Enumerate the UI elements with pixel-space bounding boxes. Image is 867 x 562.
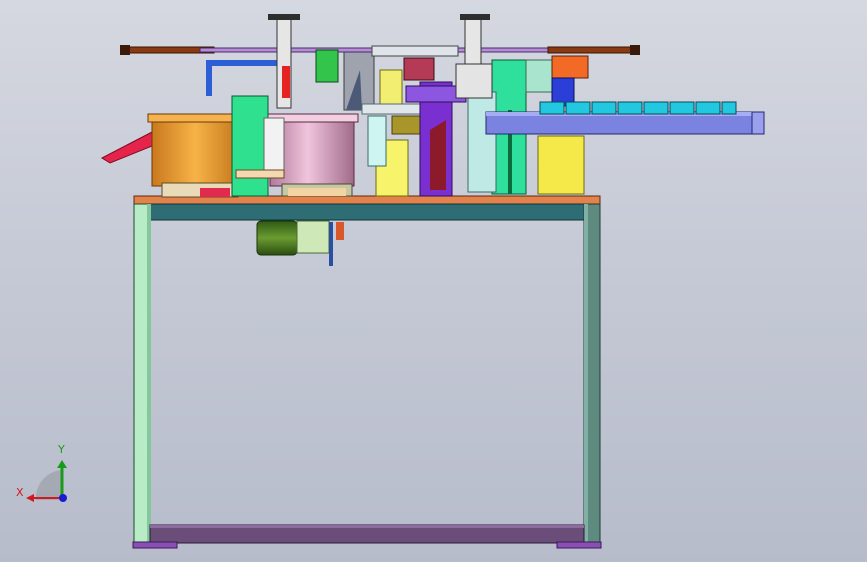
white-support-block <box>263 117 285 179</box>
conveyor-cup <box>617 101 643 115</box>
vertical-cylinder-2-block <box>455 63 493 99</box>
right-cylinder-cap <box>630 45 640 55</box>
output-conveyor <box>485 101 765 135</box>
green-frame-right <box>525 59 553 93</box>
right-rotary-unit <box>551 55 589 107</box>
top-bridge-red <box>403 57 435 81</box>
table-top-beam <box>148 203 586 221</box>
motor-shaft <box>329 222 333 266</box>
axis-y-label: Y <box>58 443 65 456</box>
triad-plane <box>35 470 62 500</box>
conveyor-cups <box>539 101 737 115</box>
blue-bracket-left-drop <box>206 60 212 96</box>
conveyor-cup <box>669 101 695 115</box>
right-foot <box>556 541 602 549</box>
machine-frame <box>132 195 602 549</box>
y-axis-arrow <box>57 460 67 468</box>
axis-triad <box>26 460 67 502</box>
drive-motor <box>256 220 344 266</box>
pale-plate-centre <box>361 103 423 115</box>
orange-cap <box>551 55 589 79</box>
vertical-cylinder-1-head <box>268 14 300 20</box>
yellow-block-right <box>537 135 585 195</box>
right-cylinder-rod <box>547 46 635 54</box>
right-leg-inner <box>584 204 588 544</box>
conveyor-cup <box>643 101 669 115</box>
axis-x-label: X <box>16 486 24 499</box>
conveyor-cup <box>565 101 591 115</box>
small-support-bench <box>235 169 285 179</box>
vibratory-bowl-feeder-left <box>100 113 253 198</box>
bottom-stretcher-top <box>150 525 584 528</box>
x-axis-arrow <box>26 494 34 502</box>
motor-body <box>256 220 298 256</box>
vertical-cylinder-1-red <box>282 66 290 98</box>
vertical-cylinder-2-head <box>460 14 490 20</box>
teal-plate <box>467 91 497 193</box>
conveyor-end <box>751 111 765 135</box>
pillar-red-insert <box>430 120 446 190</box>
motor-flange <box>296 220 330 254</box>
motor-coupling <box>336 222 344 240</box>
left-green-column <box>231 95 269 197</box>
assembly-drawing <box>26 14 765 549</box>
conveyor-cup <box>591 101 617 115</box>
left-cylinder-cap <box>120 45 130 55</box>
bowl-pink-feet <box>288 188 346 196</box>
bowl-red-support <box>200 188 230 197</box>
conveyor-cup <box>539 101 565 115</box>
conveyor-cup <box>695 101 721 115</box>
cyan-panel <box>367 115 387 167</box>
z-axis-dot <box>59 494 67 502</box>
blue-bracket-left <box>206 60 278 66</box>
left-foot <box>132 541 178 549</box>
conveyor-cup <box>721 101 737 115</box>
olive-block <box>391 115 423 135</box>
cad-viewport[interactable]: X Y <box>0 0 867 562</box>
green-cylinder <box>315 49 339 83</box>
top-bridge-block <box>371 45 459 57</box>
left-leg-inner <box>147 204 151 544</box>
